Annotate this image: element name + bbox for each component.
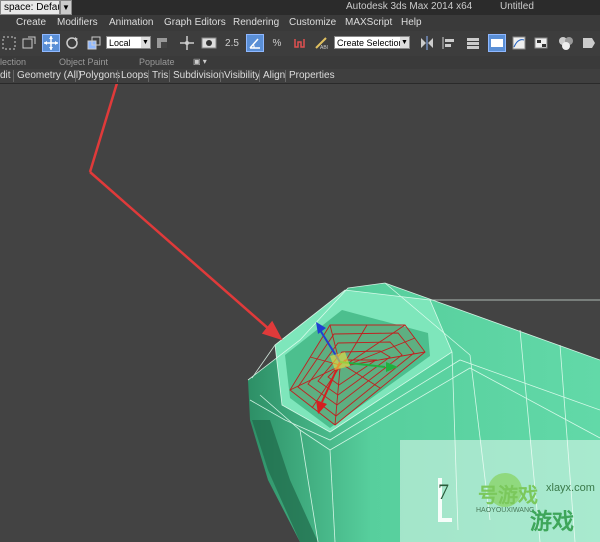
material-editor-icon[interactable] <box>557 34 575 52</box>
percent-snap-toggle[interactable]: % <box>268 34 286 52</box>
divider <box>75 70 76 82</box>
divider <box>285 70 286 82</box>
menu-rendering[interactable]: Rendering <box>233 17 279 28</box>
main-toolbar: Local ▼ 2.5 % ABC Create Selection Se ▼ <box>0 31 600 57</box>
ribbon-item-align[interactable]: Align <box>263 70 285 81</box>
ribbon-item-polygons[interactable]: Polygons <box>79 70 120 81</box>
menu-graph-editors[interactable]: Graph Editors <box>164 17 226 28</box>
ribbon-item-tris[interactable]: Tris <box>152 70 168 81</box>
watermark-brand-2: 游戏 <box>530 509 575 534</box>
edit-named-selection-icon[interactable]: ABC <box>312 34 330 52</box>
ribbon-item-edit[interactable]: dit <box>0 70 11 81</box>
workspace-select[interactable]: space: Default <box>0 0 60 15</box>
divider <box>13 70 14 82</box>
select-move-icon[interactable] <box>42 34 60 52</box>
chevron-down-icon: ▼ <box>141 37 150 48</box>
divider <box>169 70 170 82</box>
graphite-tools-icon[interactable] <box>488 34 506 52</box>
menu-bar: Create Modifiers Animation Graph Editors… <box>0 15 600 31</box>
scene-render <box>88 84 600 542</box>
divider <box>117 70 118 82</box>
ribbon-panel: dit Geometry (All) Polygons Loops Tris S… <box>0 69 600 84</box>
watermark-site: xlayx.com <box>546 482 595 494</box>
chevron-down-icon[interactable]: ▼ <box>60 0 72 15</box>
ribbon-options-icon[interactable]: ▣ ▾ <box>193 57 207 66</box>
document-title: Untitled <box>500 1 534 12</box>
menu-help[interactable]: Help <box>401 17 422 28</box>
mirror-icon[interactable] <box>418 34 436 52</box>
divider <box>220 70 221 82</box>
align-icon[interactable] <box>440 34 458 52</box>
ribbon-item-visibility[interactable]: Visibility <box>224 70 260 81</box>
menu-animation[interactable]: Animation <box>109 17 153 28</box>
divider <box>259 70 260 82</box>
watermark-brand: 号游戏 <box>478 485 538 507</box>
spinner-snap-icon[interactable] <box>290 34 308 52</box>
select-rotate-icon[interactable] <box>63 34 81 52</box>
angle-snap-icon[interactable] <box>246 34 264 52</box>
render-setup-icon[interactable] <box>580 34 598 52</box>
svg-text:ABC: ABC <box>320 45 328 50</box>
ribbon-tabs: lection Object Paint Populate ▣ ▾ <box>0 56 600 69</box>
chevron-down-icon: ▼ <box>400 37 409 48</box>
layer-manager-icon[interactable] <box>464 34 482 52</box>
curve-editor-icon[interactable] <box>510 34 528 52</box>
ribbon-item-subdivision[interactable]: Subdivision <box>173 70 224 81</box>
pivot-center-icon[interactable] <box>153 34 171 52</box>
snap-toggle[interactable]: 2.5 <box>223 34 241 52</box>
title-bar: space: Default ▼ Autodesk 3ds Max 2014 x… <box>0 0 600 15</box>
keyboard-shortcut-icon[interactable] <box>200 34 218 52</box>
ribbon-item-properties[interactable]: Properties <box>289 70 335 81</box>
reference-coord-dropdown[interactable]: Local ▼ <box>106 36 151 49</box>
select-manipulate-icon[interactable] <box>178 34 196 52</box>
menu-customize[interactable]: Customize <box>289 17 336 28</box>
select-scale-icon[interactable] <box>85 34 103 52</box>
menu-maxscript[interactable]: MAXScript <box>345 17 392 28</box>
tab-selection[interactable]: lection <box>0 57 26 67</box>
perspective-viewport[interactable]: 7 xlayx.com 号游戏 HAOYOUXIWANG 游戏 <box>0 84 600 542</box>
named-selection-dropdown[interactable]: Create Selection Se ▼ <box>334 36 410 49</box>
menu-create[interactable]: Create <box>16 17 46 28</box>
ribbon-item-loops[interactable]: Loops <box>121 70 148 81</box>
tab-object-paint[interactable]: Object Paint <box>59 57 108 67</box>
schematic-view-icon[interactable] <box>532 34 550 52</box>
tab-populate[interactable]: Populate <box>139 57 175 67</box>
coord-system-value: Local <box>109 38 131 48</box>
divider <box>148 70 149 82</box>
watermark-pinyin: HAOYOUXIWANG <box>476 507 535 514</box>
menu-modifiers[interactable]: Modifiers <box>57 17 98 28</box>
app-title: Autodesk 3ds Max 2014 x64 <box>346 1 473 12</box>
watermark-number: 7 <box>438 479 449 504</box>
ribbon-item-geometry-all[interactable]: Geometry (All) <box>17 70 81 81</box>
select-region-icon[interactable] <box>0 34 18 52</box>
annotation-arrows <box>88 84 283 341</box>
window-crossing-icon[interactable] <box>20 34 38 52</box>
